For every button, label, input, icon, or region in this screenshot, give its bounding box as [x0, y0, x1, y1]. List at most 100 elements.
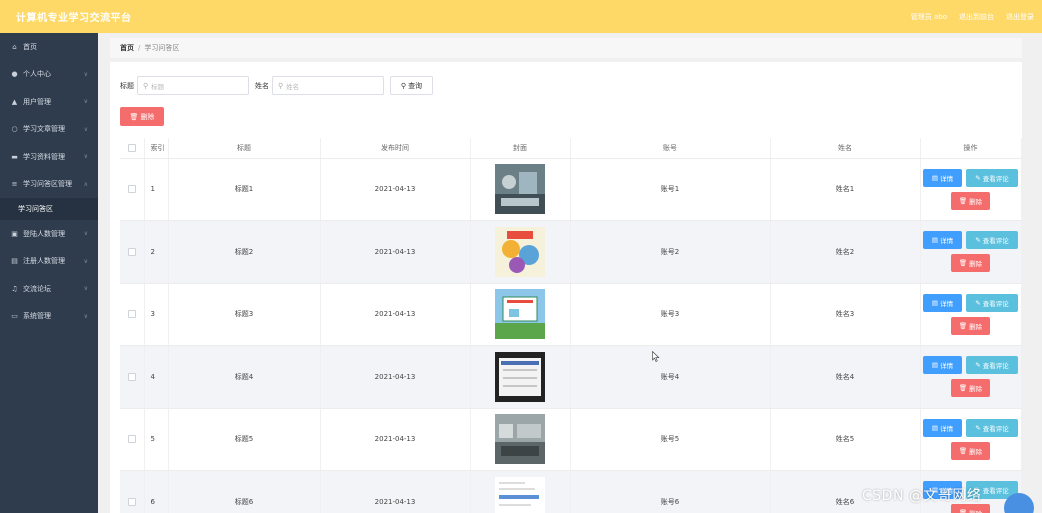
row-name: 姓名1	[770, 158, 921, 221]
row-title: 标题6	[168, 470, 321, 513]
row-account: 账号1	[570, 158, 771, 221]
bulk-delete-button[interactable]: 🗑 删除	[120, 107, 164, 126]
row-checkbox[interactable]	[127, 497, 136, 506]
table-row: 3 标题3 2021-04-13 账号3 姓名3 ▤ 详情 ✎ 查看评论 🗑 删除	[120, 283, 1022, 346]
detail-button[interactable]: ▤ 详情	[923, 293, 962, 312]
row-delete-button[interactable]: 🗑删除	[951, 441, 990, 460]
row-title: 标题5	[168, 408, 321, 471]
row-checkbox[interactable]	[127, 310, 136, 319]
detail-button-label: 详情	[940, 237, 954, 246]
row-title: 标题2	[168, 220, 321, 284]
sidebar-item-login-count[interactable]: ▣ 登陆人数管理 ∨	[0, 220, 98, 248]
row-delete-button[interactable]: 🗑删除	[951, 504, 990, 513]
sidebar-item-label: 学习文章管理	[23, 125, 65, 134]
table-row: 2 标题2 2021-04-13 账号2 姓名2 ▤ 详情 ✎ 查看评论 🗑 删除	[120, 220, 1022, 284]
cover-image	[495, 289, 545, 340]
sidebar-item-home[interactable]: ⌂ 首页	[0, 33, 98, 61]
row-cover-cell	[470, 283, 571, 346]
sidebar-item-material-management[interactable]: ▬ 学习资料管理 ∨	[0, 143, 98, 171]
row-cover-cell	[470, 345, 571, 409]
exit-to-frontend-link[interactable]: 退出到前台	[959, 12, 994, 22]
detail-button[interactable]: ▤ 详情	[923, 168, 962, 187]
view-comments-label: 查看评论	[982, 174, 1009, 183]
article-icon: ○	[11, 125, 18, 134]
row-account: 账号6	[570, 470, 771, 513]
row-index: 5	[144, 408, 169, 471]
detail-icon: ▤	[931, 361, 939, 370]
sidebar-item-system[interactable]: ▭ 系统管理 ∨	[0, 303, 98, 331]
sidebar-item-user-management[interactable]: ▲ 用户管理 ∨	[0, 88, 98, 116]
name-search-input[interactable]: ⚲ 姓名	[272, 76, 384, 95]
forum-icon: ♫	[11, 284, 18, 293]
row-date: 2021-04-13	[320, 158, 471, 221]
query-button[interactable]: ⚲ 查询	[390, 76, 433, 95]
select-all-checkbox[interactable]	[127, 143, 136, 152]
view-comments-button[interactable]: ✎ 查看评论	[966, 231, 1018, 250]
row-actions: ▤详情✎查看评论 🗑删除	[920, 283, 1022, 346]
row-account: 账号5	[570, 408, 771, 471]
sidebar-item-qa-management[interactable]: ≡ 学习问答区管理 ∧	[0, 171, 98, 199]
sidebar-item-register-count[interactable]: ▤ 注册人数管理 ∨	[0, 248, 98, 276]
sidebar-subitem-label: 学习问答区	[18, 205, 53, 213]
admin-user-link[interactable]: 管理员 abo	[911, 12, 947, 22]
row-delete-button[interactable]: 🗑删除	[951, 379, 990, 398]
chevron-down-icon: ∨	[83, 285, 88, 293]
row-date: 2021-04-13	[320, 283, 471, 346]
sidebar-item-forum[interactable]: ♫ 交流论坛 ∨	[0, 275, 98, 303]
detail-icon: ▤	[931, 298, 939, 307]
row-index: 4	[144, 345, 169, 409]
row-delete-label: 删除	[969, 447, 983, 456]
sidebar-item-label: 学习问答区管理	[23, 180, 72, 189]
detail-button-label: 详情	[940, 424, 954, 433]
row-name: 姓名2	[770, 220, 921, 284]
column-header-index: 索引	[144, 138, 169, 159]
sidebar-subitem-qa-area[interactable]: 学习问答区	[0, 198, 98, 220]
row-delete-button[interactable]: 🗑删除	[951, 316, 990, 335]
row-checkbox[interactable]	[127, 185, 136, 194]
file-icon: ▬	[11, 152, 18, 161]
cover-image	[495, 164, 545, 215]
row-name: 姓名5	[770, 408, 921, 471]
chevron-down-icon: ∨	[83, 98, 88, 106]
row-date: 2021-04-13	[320, 345, 471, 409]
detail-button[interactable]: ▤ 详情	[923, 231, 962, 250]
chevron-up-icon: ∧	[83, 180, 88, 188]
trash-icon: 🗑	[958, 446, 968, 455]
row-checkbox[interactable]	[127, 435, 136, 444]
logout-link[interactable]: 退出登录	[1006, 12, 1034, 22]
row-checkbox[interactable]	[127, 372, 136, 381]
detail-button[interactable]: ▤ 详情	[923, 356, 962, 375]
column-header-actions: 操作	[920, 138, 1022, 159]
row-date: 2021-04-13	[320, 220, 471, 284]
search-icon: ⚲	[143, 81, 149, 90]
title-search-label: 标题	[120, 81, 134, 90]
row-delete-button[interactable]: 🗑删除	[951, 254, 990, 273]
view-comments-button[interactable]: ✎ 查看评论	[966, 356, 1018, 375]
row-checkbox[interactable]	[127, 247, 136, 256]
view-comments-button[interactable]: ✎ 查看评论	[966, 418, 1018, 437]
sidebar-item-personal-center[interactable]: ● 个人中心 ∨	[0, 61, 98, 89]
view-comments-label: 查看评论	[982, 362, 1009, 371]
list-icon: ▤	[11, 257, 18, 266]
content-panel: 标题 ⚲ 标题 姓名 ⚲ 姓名 ⚲ 查询 🗑 删除 索引 标题 发布时间 封面 …	[110, 62, 1022, 513]
title-search-input[interactable]: ⚲ 标题	[137, 76, 249, 95]
detail-button[interactable]: ▤ 详情	[923, 418, 962, 437]
view-comments-button[interactable]: ✎ 查看评论	[966, 293, 1018, 312]
chevron-down-icon: ∨	[83, 125, 88, 133]
breadcrumb-home[interactable]: 首页	[120, 43, 134, 53]
trash-icon: 🗑	[958, 321, 968, 330]
view-comments-label: 查看评论	[982, 487, 1009, 496]
row-date: 2021-04-13	[320, 408, 471, 471]
detail-icon: ▤	[931, 423, 939, 432]
chevron-down-icon: ∨	[83, 257, 88, 265]
trash-icon: 🗑	[129, 112, 139, 121]
row-delete-label: 删除	[969, 508, 982, 513]
sidebar-item-label: 交流论坛	[23, 284, 51, 293]
cover-image	[495, 351, 545, 402]
sidebar-item-article-management[interactable]: ○ 学习文章管理 ∨	[0, 116, 98, 144]
row-delete-button[interactable]: 🗑删除	[951, 191, 990, 210]
view-comments-button[interactable]: ✎ 查看评论	[966, 168, 1018, 187]
row-index: 3	[144, 283, 169, 346]
mouse-cursor-icon	[652, 351, 660, 362]
top-bar: 计算机专业学习交流平台 管理员 abo 退出到前台 退出登录	[0, 0, 1042, 33]
